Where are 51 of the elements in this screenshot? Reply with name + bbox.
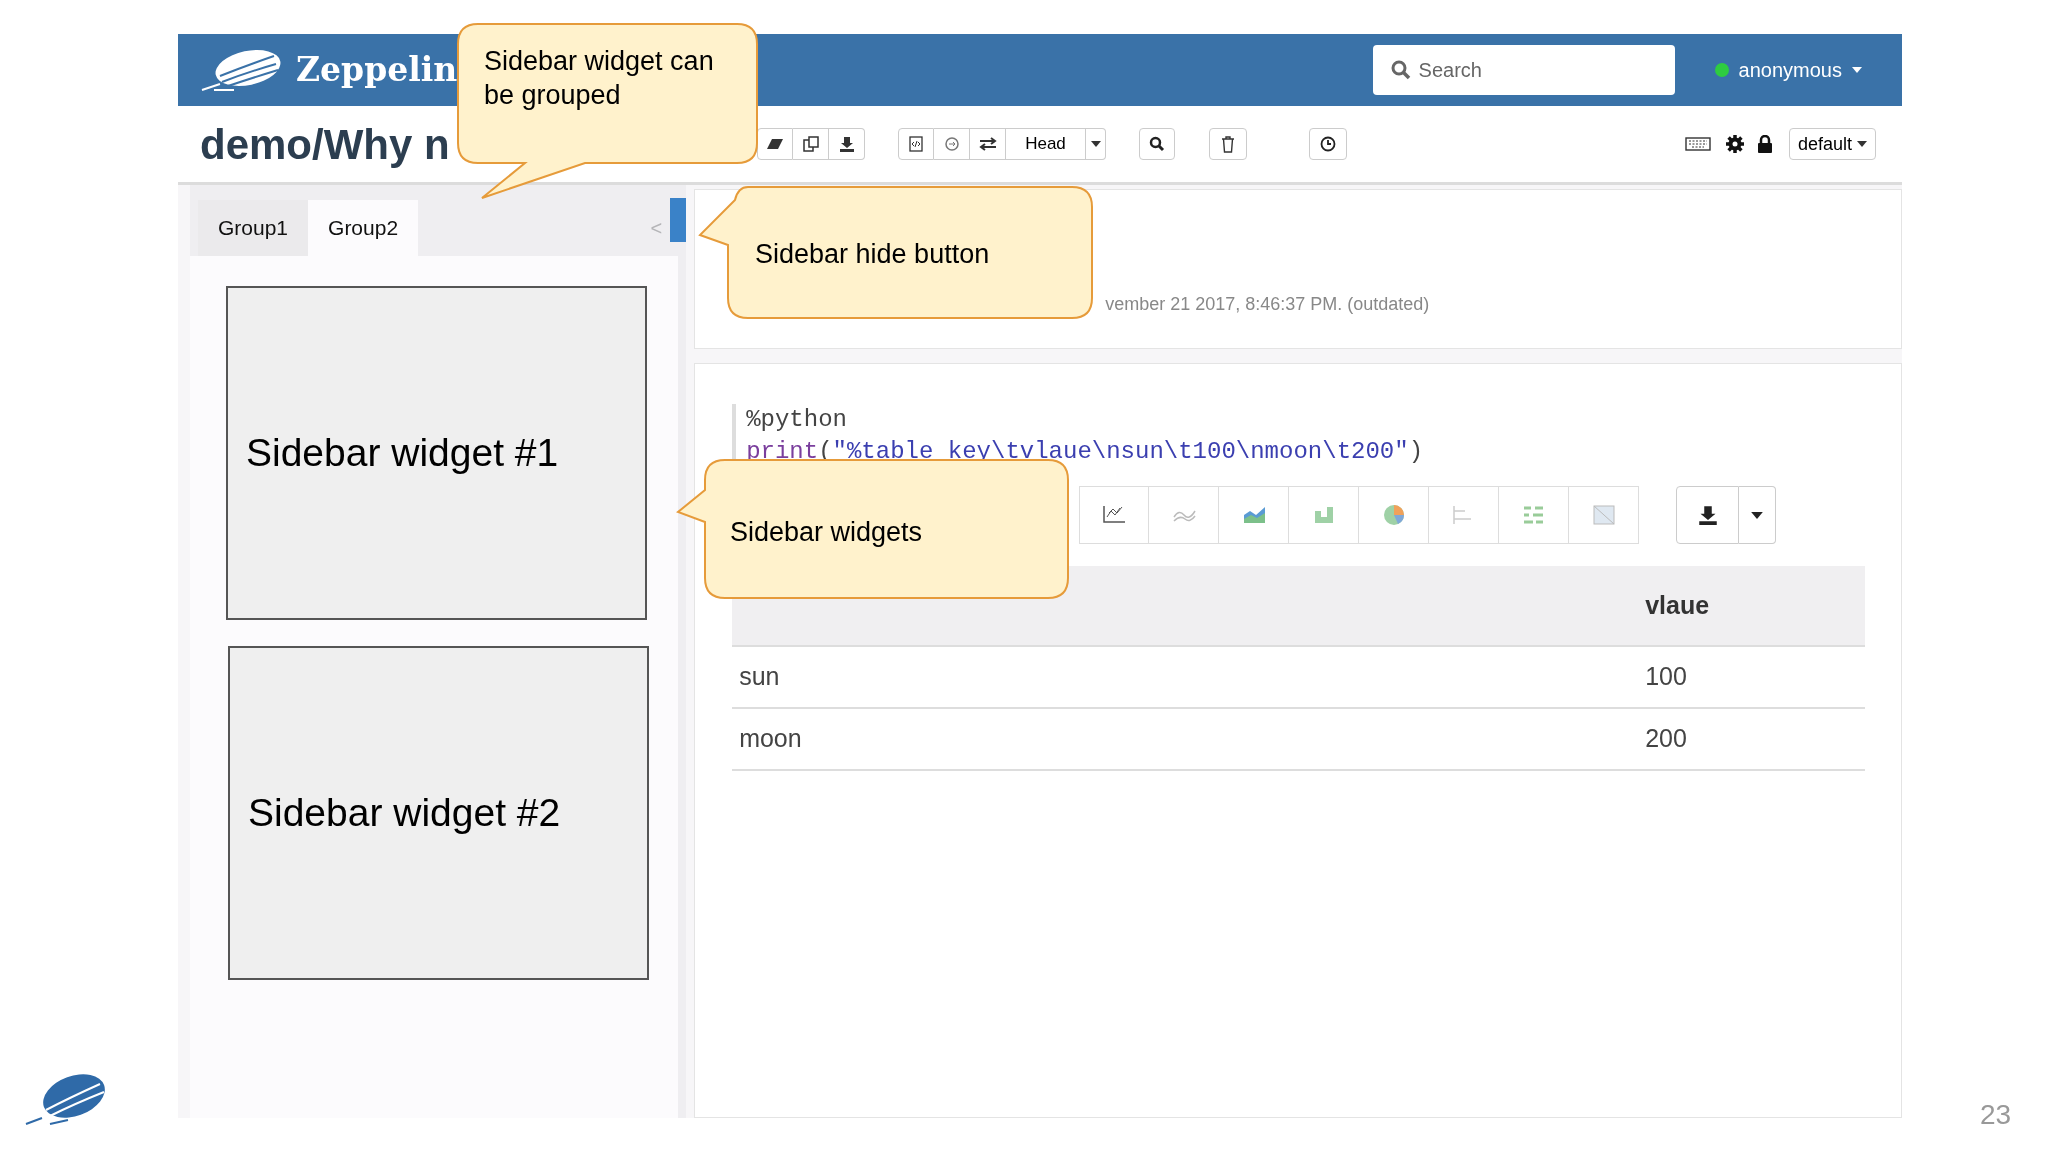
- brand-name[interactable]: Zeppelin: [296, 45, 458, 95]
- clone-button[interactable]: [793, 128, 829, 160]
- callout-text: Sidebar widget can be grouped: [484, 45, 715, 112]
- chart-type-button[interactable]: [1079, 486, 1150, 544]
- search-icon: [1149, 136, 1165, 152]
- column-header: vlaue: [1645, 589, 1710, 621]
- table-cell-text: sun: [739, 661, 781, 693]
- caret-icon: [1751, 511, 1764, 519]
- user-menu[interactable]: anonymous: [1738, 55, 1862, 85]
- note-title: demo/Why n: [200, 120, 450, 168]
- copy-icon: [802, 136, 819, 152]
- download-icon: [1697, 505, 1718, 525]
- run-button[interactable]: [934, 128, 970, 160]
- interpreter-dropdown[interactable]: default: [1788, 128, 1876, 160]
- callout-text: Sidebar widgets: [730, 516, 924, 549]
- sidebar-hide-button[interactable]: [670, 198, 687, 242]
- schedule-button[interactable]: [1309, 128, 1347, 160]
- sidebar-tab[interactable]: Group2: [308, 200, 419, 256]
- search-button[interactable]: [1139, 128, 1175, 160]
- search-icon: [1390, 60, 1411, 80]
- table-cell-text: 200: [1645, 723, 1687, 755]
- swap-button[interactable]: [970, 128, 1006, 160]
- download-button[interactable]: [1676, 486, 1740, 544]
- swap-icon: [977, 137, 998, 151]
- arrow-circle-icon: [944, 137, 959, 151]
- timestamp-text: vember 21 2017, 8:46:37 PM. (outdated): [1105, 293, 1430, 316]
- download-icon: [838, 136, 855, 152]
- callout-text: Sidebar hide button: [755, 238, 991, 271]
- caret-icon: [1852, 67, 1862, 73]
- widget-label: Sidebar widget #1: [246, 429, 559, 476]
- keyboard-icon[interactable]: [1684, 137, 1711, 151]
- eraser-icon: [766, 138, 784, 150]
- delete-button[interactable]: [1209, 128, 1247, 160]
- trash-icon: [1221, 135, 1235, 153]
- sidebar-tab[interactable]: Group1: [198, 200, 309, 256]
- settings-icon[interactable]: [1724, 134, 1745, 154]
- table-cell-text: moon: [739, 723, 803, 755]
- caret-icon: [1090, 141, 1101, 147]
- clock-icon: [1320, 136, 1336, 152]
- caret-icon: [1857, 141, 1867, 147]
- code-file-icon: [909, 136, 923, 152]
- export-button[interactable]: [829, 128, 865, 160]
- code-toggle-button[interactable]: [898, 128, 934, 160]
- mode-button[interactable]: Head: [1006, 128, 1086, 160]
- widget-label: Sidebar widget #2: [248, 789, 561, 836]
- page-number: 23: [1980, 1098, 2012, 1132]
- collapse-arrow: <: [650, 216, 663, 241]
- table-cell-text: 100: [1645, 661, 1687, 693]
- mode-dropdown-button[interactable]: [1086, 128, 1106, 160]
- lock-icon[interactable]: [1756, 135, 1773, 153]
- search-field[interactable]: Search: [1372, 45, 1675, 95]
